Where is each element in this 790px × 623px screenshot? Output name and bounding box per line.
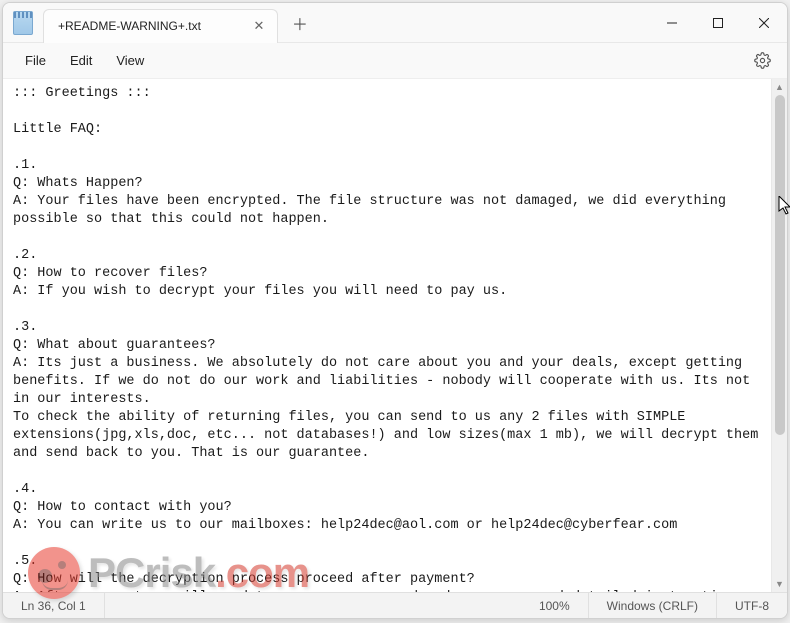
close-window-button[interactable] <box>741 3 787 43</box>
document-tab[interactable]: +README-WARNING+.txt ✕ <box>43 9 278 43</box>
menu-view[interactable]: View <box>104 47 156 74</box>
statusbar: Ln 36, Col 1 100% Windows (CRLF) UTF-8 <box>3 592 787 618</box>
menu-file[interactable]: File <box>13 47 58 74</box>
content-area: ::: Greetings ::: Little FAQ: .1. Q: Wha… <box>3 79 787 592</box>
notepad-window: +README-WARNING+.txt ✕ ＋ File Edit View <box>2 2 788 619</box>
menubar: File Edit View <box>3 43 787 79</box>
new-tab-button[interactable]: ＋ <box>284 7 316 39</box>
minimize-button[interactable] <box>649 3 695 43</box>
tab-title: +README-WARNING+.txt <box>58 19 201 33</box>
status-cursor-position[interactable]: Ln 36, Col 1 <box>3 593 105 618</box>
status-encoding[interactable]: UTF-8 <box>717 593 787 618</box>
settings-button[interactable] <box>747 46 777 76</box>
status-line-ending[interactable]: Windows (CRLF) <box>589 593 717 618</box>
vertical-scrollbar[interactable]: ▲ ▼ <box>771 79 787 592</box>
maximize-button[interactable] <box>695 3 741 43</box>
menu-edit[interactable]: Edit <box>58 47 104 74</box>
close-tab-icon[interactable]: ✕ <box>251 18 267 34</box>
titlebar[interactable]: +README-WARNING+.txt ✕ ＋ <box>3 3 787 43</box>
text-editor[interactable]: ::: Greetings ::: Little FAQ: .1. Q: Wha… <box>3 79 771 592</box>
window-controls <box>649 3 787 43</box>
scroll-down-arrow[interactable]: ▼ <box>772 576 787 592</box>
status-zoom[interactable]: 100% <box>521 593 589 618</box>
notepad-app-icon <box>13 11 33 35</box>
scroll-up-arrow[interactable]: ▲ <box>772 79 787 95</box>
scroll-thumb[interactable] <box>775 95 785 435</box>
